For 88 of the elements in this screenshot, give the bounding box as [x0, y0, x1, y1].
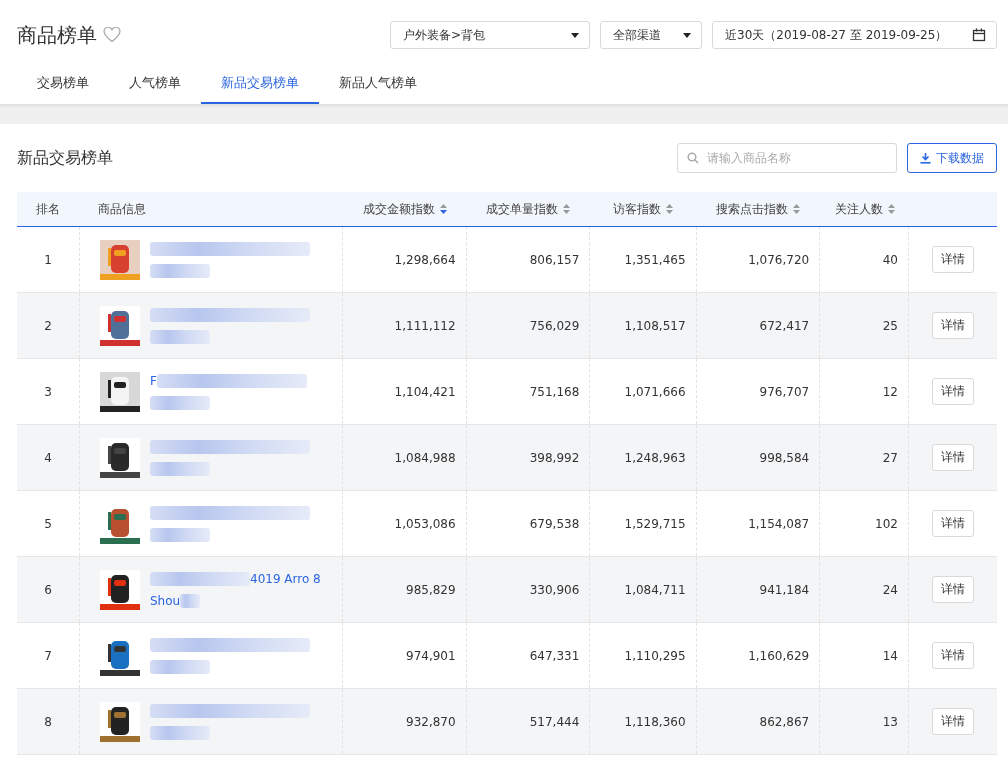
table-cell: 1,104,421: [394, 384, 456, 399]
table-cell: 932,870: [406, 714, 456, 729]
section-title: 新品交易榜单: [17, 147, 113, 169]
table-cell: 1,110,295: [624, 648, 686, 663]
table-cell: 806,157: [529, 252, 580, 267]
table-cell: 24: [882, 582, 898, 597]
channel-select[interactable]: 全部渠道: [600, 21, 702, 49]
details-button[interactable]: 详情: [932, 576, 974, 603]
details-button[interactable]: 详情: [932, 246, 974, 273]
table-cell: 974,901: [406, 648, 456, 663]
rank-number: 6: [44, 582, 52, 597]
column-header[interactable]: 访客指数: [613, 201, 662, 216]
details-button[interactable]: 详情: [932, 510, 974, 537]
table-cell: 647,331: [529, 648, 580, 663]
sort-icon[interactable]: [563, 204, 571, 214]
table-cell: 102: [875, 516, 898, 531]
table-cell: 985,829: [406, 582, 456, 597]
tab[interactable]: 人气榜单: [109, 65, 201, 104]
sort-icon[interactable]: [793, 204, 801, 214]
table-cell: 1,154,087: [748, 516, 810, 531]
table-cell: 1,351,465: [624, 252, 686, 267]
table-cell: 330,906: [529, 582, 580, 597]
download-button[interactable]: 下载数据: [907, 143, 997, 173]
table-cell: 1,160,629: [748, 648, 810, 663]
sort-icon[interactable]: [439, 204, 447, 214]
blurred-text: [150, 329, 210, 344]
details-button[interactable]: 详情: [932, 444, 974, 471]
product-name-link[interactable]: F: [150, 373, 157, 388]
table-cell: 1,076,720: [748, 252, 810, 267]
product-name-link[interactable]: Shou: [150, 593, 181, 608]
table-cell: 12: [882, 384, 898, 399]
table-cell: 517,444: [529, 714, 580, 729]
tab[interactable]: 新品人气榜单: [319, 65, 437, 104]
table-cell: 941,184: [759, 582, 810, 597]
table-cell: 1,053,086: [394, 516, 456, 531]
table-cell: 751,168: [529, 384, 580, 399]
table-cell: 14: [882, 648, 898, 663]
heart-icon[interactable]: [103, 27, 121, 43]
column-header: 排名: [36, 201, 61, 216]
category-select[interactable]: 户外装备>背包: [390, 21, 590, 49]
rank-number: 8: [44, 714, 52, 729]
table-cell: 13: [882, 714, 898, 729]
details-button[interactable]: 详情: [932, 378, 974, 405]
tab[interactable]: 交易榜单: [17, 65, 109, 104]
table-cell: 679,538: [529, 516, 580, 531]
blurred-text: [150, 725, 210, 740]
product-name-link[interactable]: 4019 Arro 8: [250, 571, 321, 586]
table-cell: 1,111,112: [394, 318, 456, 333]
table-cell: 672,417: [759, 318, 810, 333]
table-cell: 756,029: [529, 318, 580, 333]
table-cell: 862,867: [759, 714, 810, 729]
rank-number: 4: [44, 450, 52, 465]
blurred-text: [150, 461, 210, 476]
table-cell: 1,084,711: [624, 582, 686, 597]
table-cell: 1,108,517: [624, 318, 686, 333]
table-cell: 976,707: [759, 384, 810, 399]
blurred-text: [150, 527, 210, 542]
table-cell: 40: [882, 252, 898, 267]
rank-number: 7: [44, 648, 52, 663]
search-field[interactable]: 请输入商品名称: [677, 143, 897, 173]
details-button[interactable]: 详情: [932, 312, 974, 339]
rank-number: 2: [44, 318, 52, 333]
date-range-picker[interactable]: 近30天（2019-08-27 至 2019-09-25）: [712, 21, 997, 49]
table-cell: 1,529,715: [624, 516, 686, 531]
blurred-text: [150, 263, 210, 278]
download-icon: [920, 152, 931, 164]
table-cell: 398,992: [529, 450, 580, 465]
table-cell: 27: [882, 450, 898, 465]
sort-icon[interactable]: [887, 204, 895, 214]
rank-number: 5: [44, 516, 52, 531]
column-header: 商品信息: [97, 201, 146, 216]
rank-number: 1: [44, 252, 52, 267]
details-button[interactable]: 详情: [932, 708, 974, 735]
blurred-text: [150, 659, 210, 674]
page-title: 商品榜单: [17, 21, 97, 49]
table-cell: 1,248,963: [624, 450, 686, 465]
table-cell: 25: [882, 318, 898, 333]
details-button[interactable]: 详情: [932, 642, 974, 669]
table-cell: 998,584: [759, 450, 810, 465]
calendar-icon[interactable]: [972, 28, 986, 42]
table-cell: 1,084,988: [394, 450, 456, 465]
sort-icon[interactable]: [666, 204, 674, 214]
table-cell: 1,118,360: [624, 714, 686, 729]
rank-number: 3: [44, 384, 52, 399]
blurred-text: [180, 593, 201, 608]
table-cell: 1,071,666: [624, 384, 686, 399]
table-cell: 1,298,664: [394, 252, 456, 267]
blurred-text: [150, 395, 210, 410]
